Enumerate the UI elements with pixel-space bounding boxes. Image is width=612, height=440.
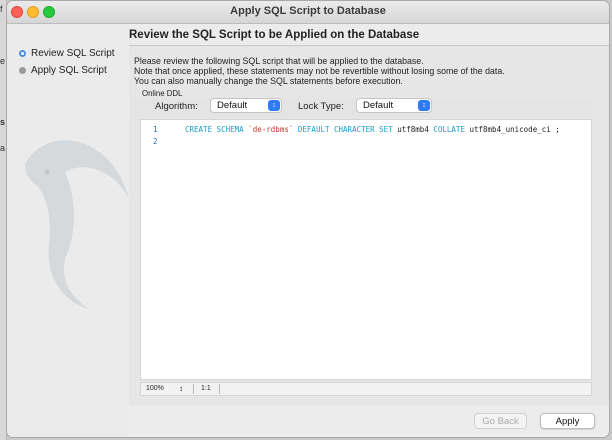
code-token: `de-rdbms` <box>248 125 294 134</box>
line-number: 1 <box>153 125 158 134</box>
lock-type-label: Lock Type: <box>298 101 344 112</box>
editor-status-bar: 100% ↕ 1:1 <box>140 382 592 396</box>
page-title: Review the SQL Script to be Applied on t… <box>129 29 420 41</box>
window-title: Apply SQL Script to Database <box>230 5 386 17</box>
step-pending-icon <box>19 67 26 74</box>
lock-type-select[interactable]: Default ↕ <box>356 98 432 113</box>
step-apply-sql-script: Apply SQL Script <box>19 65 107 76</box>
select-chevron-icon: ↕ <box>268 100 280 111</box>
algorithm-select[interactable]: Default ↕ <box>210 98 282 113</box>
wizard-sidebar: Review SQL Script Apply SQL Script <box>7 24 129 437</box>
background-fragment: e <box>0 56 6 66</box>
dolphin-logo-icon <box>25 140 129 309</box>
apply-button[interactable]: Apply <box>540 413 595 429</box>
code-token: utf8mb4_unicode_ci ; <box>469 125 560 134</box>
background-fragment: s <box>0 117 6 127</box>
step-label: Apply SQL Script <box>31 65 107 76</box>
lock-type-value: Default <box>363 100 394 111</box>
select-chevron-icon: ↕ <box>418 100 430 111</box>
status-divider <box>219 384 220 394</box>
description-line: You can also manually change the SQL sta… <box>134 76 403 86</box>
description-line: Note that once applied, these statements… <box>134 66 505 76</box>
line-number: 2 <box>153 137 158 146</box>
title-bar: Apply SQL Script to Database <box>7 1 609 24</box>
status-divider <box>193 384 194 394</box>
sql-editor[interactable]: 1 CREATE SCHEMA `de-rdbms` DEFAULT CHARAC… <box>140 119 592 380</box>
zoom-level[interactable]: 100% <box>146 385 164 392</box>
online-ddl-label: Online DDL <box>142 89 183 98</box>
step-label: Review SQL Script <box>31 48 115 59</box>
code-text: CREATE SCHEMA `de-rdbms` DEFAULT CHARACT… <box>185 125 560 134</box>
code-token: COLLATE <box>433 125 470 134</box>
code-token: CREATE SCHEMA <box>185 125 249 134</box>
algorithm-label: Algorithm: <box>155 101 198 112</box>
background-fragment: a <box>0 143 6 153</box>
description-line: Please review the following SQL script t… <box>134 56 424 66</box>
zoom-stepper-icon[interactable]: ↕ <box>179 384 183 393</box>
background-fragment: f <box>0 4 3 14</box>
step-review-sql-script: Review SQL Script <box>19 48 115 59</box>
code-token: DEFAULT CHARACTER SET <box>293 125 398 134</box>
code-token: utf8mb4 <box>397 125 434 134</box>
cursor-position: 1:1 <box>201 385 211 392</box>
go-back-button[interactable]: Go Back <box>474 413 527 429</box>
description-text: Please review the following SQL script t… <box>134 56 505 86</box>
step-current-icon <box>19 50 26 57</box>
algorithm-value: Default <box>217 100 248 111</box>
